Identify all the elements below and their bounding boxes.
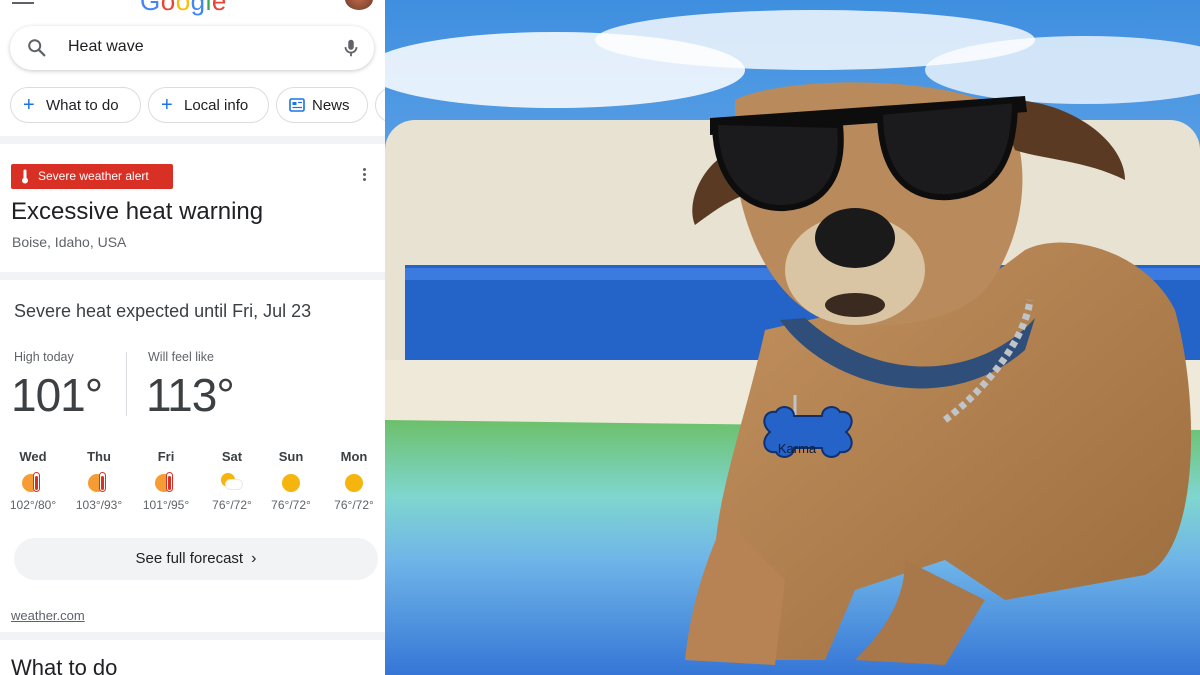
day-name: Sat bbox=[221, 449, 243, 464]
day-temps: 102°/80° bbox=[9, 498, 57, 512]
section-heading: What to do bbox=[11, 655, 118, 675]
google-logo[interactable]: Google bbox=[140, 0, 227, 17]
chip-what-to-do[interactable]: + What to do bbox=[10, 87, 141, 123]
sunny-icon bbox=[343, 472, 365, 494]
more-options-icon[interactable] bbox=[360, 166, 368, 184]
high-today-label: High today bbox=[14, 350, 74, 364]
day-temps: 103°/93° bbox=[75, 498, 123, 512]
badge-label: Severe weather alert bbox=[38, 169, 149, 183]
menu-icon[interactable] bbox=[12, 0, 34, 6]
thermometer-icon bbox=[22, 169, 28, 184]
forecast-day[interactable]: Mon 76°/72° bbox=[323, 449, 385, 512]
day-temps: 76°/72° bbox=[334, 498, 374, 512]
day-name: Fri bbox=[157, 449, 175, 464]
chip-news[interactable]: News bbox=[276, 87, 368, 123]
forecast-day[interactable]: Wed 102°/80° bbox=[2, 449, 64, 512]
avatar[interactable] bbox=[345, 0, 373, 10]
microphone-icon[interactable] bbox=[340, 36, 362, 60]
alert-location: Boise, Idaho, USA bbox=[12, 234, 127, 250]
chevron-right-icon: › bbox=[251, 550, 257, 567]
search-bar[interactable]: Heat wave bbox=[10, 26, 374, 70]
chip-label: What to do bbox=[46, 97, 119, 114]
search-icon[interactable] bbox=[26, 37, 48, 59]
sunny-icon bbox=[280, 472, 302, 494]
day-name: Thu bbox=[87, 449, 111, 464]
hot-icon bbox=[155, 472, 177, 494]
weather-source-link[interactable]: weather.com bbox=[11, 608, 85, 623]
day-temps: 76°/72° bbox=[271, 498, 311, 512]
forecast-day[interactable]: Sat 76°/72° bbox=[201, 449, 263, 512]
chip-row: + What to do + Local info News bbox=[10, 87, 385, 125]
search-header: Heat wave + What to do + Local info News bbox=[0, 20, 385, 136]
chip-label: Local info bbox=[184, 97, 249, 114]
forecast-button-label: See full forecast bbox=[135, 550, 244, 567]
chip-label: News bbox=[312, 97, 350, 114]
feels-like-label: Will feel like bbox=[148, 350, 214, 364]
chip-local-info[interactable]: + Local info bbox=[148, 87, 269, 123]
chip-more[interactable] bbox=[375, 87, 385, 123]
day-name: Sun bbox=[278, 449, 304, 464]
phone-screenshot: Google Heat wave + What to do + Local in… bbox=[0, 0, 385, 675]
day-name: Mon bbox=[340, 449, 368, 464]
day-temps: 101°/95° bbox=[142, 498, 190, 512]
day-temps: 76°/72° bbox=[212, 498, 252, 512]
see-full-forecast-button[interactable]: See full forecast › bbox=[14, 538, 378, 580]
forecast-day[interactable]: Sun 76°/72° bbox=[260, 449, 322, 512]
partly-sunny-icon bbox=[221, 472, 243, 494]
forecast-day[interactable]: Thu 103°/93° bbox=[68, 449, 130, 512]
hot-icon bbox=[22, 472, 44, 494]
high-today-value: 101° bbox=[11, 369, 103, 421]
feels-like-value: 113° bbox=[146, 369, 235, 421]
dog-illustration: Karma bbox=[385, 0, 1200, 675]
hot-icon bbox=[88, 472, 110, 494]
search-input[interactable]: Heat wave bbox=[68, 38, 144, 56]
top-bar: Google bbox=[0, 0, 385, 20]
day-name: Wed bbox=[19, 449, 47, 464]
weather-headline: Severe heat expected until Fri, Jul 23 bbox=[14, 301, 312, 321]
news-icon bbox=[289, 98, 305, 112]
alert-title: Excessive heat warning bbox=[11, 198, 264, 225]
divider bbox=[126, 352, 127, 416]
forecast-day[interactable]: Fri 101°/95° bbox=[135, 449, 197, 512]
severe-weather-badge: Severe weather alert bbox=[11, 164, 173, 189]
plus-icon: + bbox=[23, 94, 35, 116]
plus-icon: + bbox=[161, 94, 173, 116]
tag-text: Karma bbox=[778, 441, 817, 456]
dog-photo: Karma bbox=[385, 0, 1200, 675]
